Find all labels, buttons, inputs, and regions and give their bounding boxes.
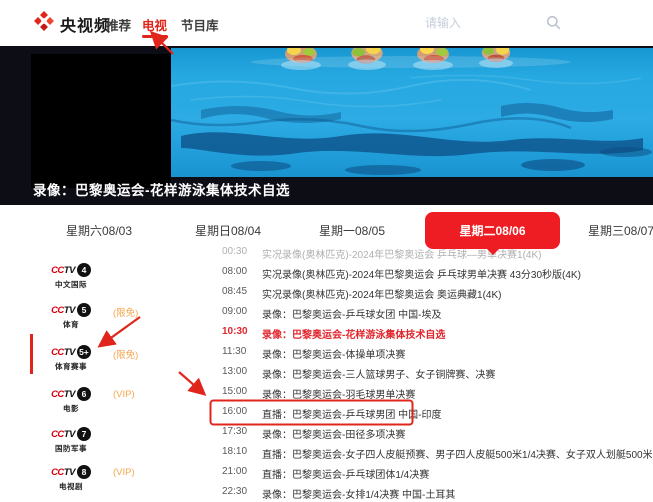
video-frame-pool: [171, 48, 653, 177]
channel-number-badge: 8: [76, 465, 91, 479]
channel-number-badge: 5+: [76, 345, 91, 359]
channel-logo-cc: CC: [51, 388, 64, 400]
tab-wed-0807[interactable]: 星期三08/07: [588, 222, 653, 239]
video-letterbox: [31, 54, 171, 188]
program-title: 实况录像(奥林匹克)-2024年巴黎奥运会 奥运典藏1(4K): [262, 290, 502, 301]
channel-tag: (VIP): [113, 467, 135, 478]
program-time: 00:30: [222, 246, 248, 257]
channel-name: 体育赛事: [55, 362, 87, 371]
brand-logo-icon: [34, 11, 54, 36]
program-title: 实况录像(奥林匹克)-2024年巴黎奥运会 乒乓球男单决赛 43分30秒版(4K…: [262, 270, 581, 281]
channel-tag: (限免): [113, 350, 139, 361]
video-title: 录像：巴黎奥运会-花样游泳集体技术自选: [33, 183, 290, 198]
program-time: 08:00: [222, 266, 248, 277]
channel-logo-tv: TV: [63, 264, 76, 276]
channel-tag: (限免): [113, 308, 139, 319]
program-time: 09:00: [222, 306, 248, 317]
channel-cctv5plus[interactable]: CC TV 5+ 体育赛事 (限免): [40, 344, 190, 372]
program-title: 录像：巴黎奥运会-羽毛球男单决赛: [262, 390, 416, 401]
channel-logo-cc: CC: [51, 428, 64, 440]
channel-logo-tv: TV: [63, 304, 76, 316]
nav-item-library[interactable]: 节目库: [181, 15, 219, 34]
nav-active-underline: [142, 35, 168, 38]
program-time: 10:30: [222, 326, 248, 337]
channel-number-badge: 6: [76, 387, 91, 401]
program-time: 17:30: [222, 426, 248, 437]
program-title: 直播：巴黎奥运会-女子四人皮艇预赛、男子四人皮艇500米1/4决赛、女子双人划艇…: [262, 450, 653, 461]
channel-logo-tv: TV: [63, 388, 76, 400]
program-title: 录像：巴黎奥运会-乒乓球女团 中国-埃及: [262, 310, 442, 321]
channel-logo-tv: TV: [63, 428, 76, 440]
program-time: 13:00: [222, 366, 248, 377]
search-input[interactable]: [408, 10, 543, 35]
channel-name: 电影: [63, 404, 79, 413]
channel-cctv5[interactable]: CC TV 5 体育 (限免): [40, 302, 190, 330]
program-time: 08:45: [222, 286, 248, 297]
channel-logo: CC TV 8 电视剧: [40, 464, 102, 492]
program-time: 11:30: [222, 346, 247, 357]
channel-name: 国防军事: [55, 444, 87, 453]
channel-name: 中文国际: [55, 280, 87, 289]
program-title: 直播：巴黎奥运会-乒乓球男团 中国-印度: [262, 410, 442, 421]
channel-number-badge: 7: [76, 427, 91, 441]
program-title: 录像：巴黎奥运会-花样游泳集体技术自选: [262, 330, 446, 341]
channel-logo-cc: CC: [51, 466, 64, 478]
brand[interactable]: 央视频: [34, 11, 111, 36]
tab-selected-label: 星期二08/06: [459, 224, 526, 238]
program-title: 直播：巴黎奥运会-乒乓球团体1/4决赛: [262, 470, 430, 481]
nav-item-recommend[interactable]: 推荐: [106, 15, 131, 34]
search-icon[interactable]: [546, 15, 561, 30]
channel-logo: CC TV 5 体育: [40, 302, 102, 330]
nav-item-tv[interactable]: 电视: [142, 15, 167, 34]
channel-number-badge: 5: [76, 303, 91, 317]
channel-logo-tv: TV: [63, 466, 76, 478]
channel-logo: CC TV 5+ 体育赛事: [40, 344, 102, 372]
program-title: 录像：巴黎奥运会-三人篮球男子、女子铜牌赛、决赛: [262, 370, 496, 381]
channel-cctv7[interactable]: CC TV 7 国防军事: [40, 426, 190, 454]
channel-logo: CC TV 6 电影: [40, 386, 102, 414]
tab-tue-0806-selected[interactable]: 星期二08/06: [425, 212, 560, 255]
video-player[interactable]: 录像：巴黎奥运会-花样游泳集体技术自选: [0, 46, 653, 205]
channel-logo-cc: CC: [51, 346, 64, 358]
program-time: 21:00: [222, 466, 248, 477]
channel-name: 电视剧: [59, 482, 83, 491]
program-title: 录像：巴黎奥运会-田径多项决赛: [262, 430, 406, 441]
header: 央视频 推荐 电视 节目库: [0, 0, 653, 46]
channel-number-badge: 4: [76, 263, 91, 277]
tab-mon-0805[interactable]: 星期一08/05: [319, 222, 385, 239]
channel-logo: CC TV 7 国防军事: [40, 426, 102, 454]
program-time: 18:10: [222, 446, 248, 457]
program-title: 录像：巴黎奥运会-女排1/4决赛 中国-土耳其: [262, 490, 456, 501]
channel-cctv6[interactable]: CC TV 6 电影 (VIP): [40, 386, 190, 414]
tab-sun-0804[interactable]: 星期日08/04: [195, 222, 261, 239]
program-time: 22:30: [222, 486, 248, 497]
tab-pointer-icon: [485, 248, 500, 255]
channel-cctv4[interactable]: CC TV 4 中文国际: [40, 262, 190, 290]
channel-tag: (VIP): [113, 389, 135, 400]
channel-logo-cc: CC: [51, 304, 64, 316]
channel-name: 体育: [63, 320, 79, 329]
channel-logo-cc: CC: [51, 264, 64, 276]
program-time: 15:00: [222, 386, 248, 397]
program-title: 录像：巴黎奥运会-体操单项决赛: [262, 350, 406, 361]
tab-sat-0803[interactable]: 星期六08/03: [66, 222, 132, 239]
brand-name: 央视频: [60, 17, 112, 35]
channel-logo: CC TV 4 中文国际: [40, 262, 102, 290]
program-time: 16:00: [222, 406, 248, 417]
channel-cctv8[interactable]: CC TV 8 电视剧 (VIP): [40, 464, 190, 492]
channel-logo-tv: TV: [63, 346, 76, 358]
date-tabs: 星期六08/03 星期日08/04 星期一08/05 星期二08/06 星期三0…: [0, 205, 653, 255]
